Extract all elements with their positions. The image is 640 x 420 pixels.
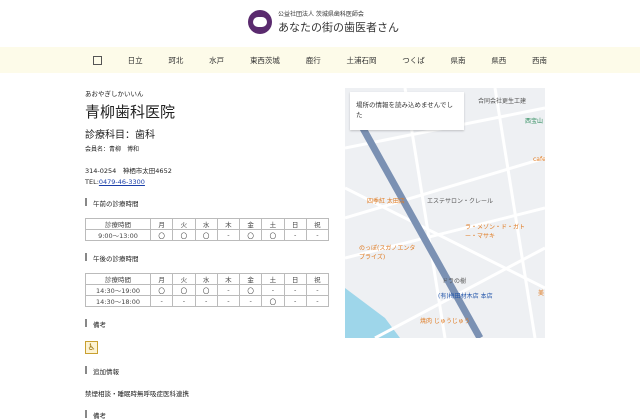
- table-cell: -: [172, 295, 196, 307]
- notes-heading: 備考: [85, 319, 335, 329]
- table-cell: -: [305, 229, 330, 241]
- afternoon-table: 診療時間月火水木金土日祝 14:30～19:00 〇〇〇 - 〇 - - -14:30～18:…: [85, 273, 330, 307]
- table-cell: 祝: [305, 218, 330, 230]
- map-poi[interactable]: 美: [538, 288, 544, 297]
- extra-text: 禁煙相談・睡眠時無呼吸症医科連携: [85, 390, 189, 398]
- table-cell: -: [238, 295, 263, 307]
- table-cell: 14:30～19:00: [85, 284, 151, 296]
- nav-item[interactable]: 県西: [491, 55, 506, 66]
- site-logo[interactable]: 公益社団法人 茨城県歯科医師会 あなたの街の歯医者さん: [248, 9, 399, 35]
- map[interactable]: 場所の情報を読み込めませんでした 合同会社更生工建 西宝山 cafe 四季紅 太…: [345, 88, 545, 338]
- table-cell: 水: [194, 218, 218, 230]
- map-poi[interactable]: (有)梅田材木店 本店: [438, 291, 493, 300]
- table-row: 14:30～19:00 〇〇〇 - 〇 - - -: [85, 284, 330, 296]
- map-poi[interactable]: エステサロン・クレール: [427, 196, 493, 205]
- table-cell: 〇: [149, 284, 174, 296]
- map-poi[interactable]: cafe: [533, 156, 545, 163]
- table-cell: -: [194, 295, 218, 307]
- table-cell: 〇: [238, 229, 263, 241]
- table-row: 9:00～13:00 〇〇〇 - 〇〇 - -: [85, 229, 330, 241]
- table-cell: -: [283, 284, 307, 296]
- table-cell: 日: [283, 273, 307, 285]
- site-header: 公益社団法人 茨城県歯科医師会 あなたの街の歯医者さん: [0, 0, 640, 46]
- table-cell: -: [283, 295, 307, 307]
- map-poi[interactable]: 西宝山: [525, 116, 543, 125]
- table-cell: -: [149, 295, 174, 307]
- table-cell: 〇: [238, 284, 263, 296]
- extra-heading: 追加情報: [85, 366, 335, 376]
- table-cell: -: [216, 295, 241, 307]
- table-cell: -: [305, 295, 330, 307]
- table-cell: 水: [194, 273, 218, 285]
- table-cell: 土: [261, 273, 285, 285]
- table-cell: 木: [216, 218, 241, 230]
- table-cell: 〇: [194, 229, 218, 241]
- member-name: 会員名：青柳 博和: [85, 146, 140, 153]
- tagline: あなたの街の歯医者さん: [278, 21, 399, 34]
- table-cell: 診療時間: [85, 273, 151, 285]
- afternoon-heading: 午後の診療時間: [85, 253, 335, 263]
- table-cell: 月: [149, 218, 174, 230]
- table-cell: 〇: [261, 295, 285, 307]
- table-cell: 〇: [261, 229, 285, 241]
- org-name: 公益社団法人 茨城県歯科医師会: [278, 11, 364, 18]
- table-cell: -: [283, 229, 307, 241]
- table-header-row: 診療時間月火水木金土日祝: [85, 273, 330, 285]
- nav-item[interactable]: 東西茨城: [250, 55, 280, 66]
- table-cell: -: [216, 284, 241, 296]
- logo-icon: [248, 10, 272, 34]
- table-cell: 火: [172, 218, 196, 230]
- map-poi[interactable]: ドラの樹: [442, 276, 466, 285]
- table-cell: 〇: [172, 284, 196, 296]
- clinic-name: 青柳歯科医院: [85, 103, 176, 121]
- map-poi[interactable]: 焼肉 じゅうじゅう: [420, 316, 470, 325]
- map-poi[interactable]: のっぽ(スガノエンタプライズ): [359, 243, 419, 261]
- map-error-message: 場所の情報を読み込めませんでした: [350, 92, 464, 130]
- clinic-details: あおやぎしかいいん 青柳歯科医院 診療科目：歯科 会員名：青柳 博和 314-0…: [85, 88, 335, 420]
- address: 314-0254 神栖市太田4652: [85, 167, 172, 175]
- map-poi[interactable]: 合同会社更生工建: [478, 96, 526, 105]
- table-header-row: 診療時間月火水木金土日祝: [85, 218, 330, 230]
- morning-heading: 午前の診療時間: [85, 198, 335, 208]
- table-cell: -: [261, 284, 285, 296]
- nav-item[interactable]: つくば: [402, 55, 425, 66]
- nav-item[interactable]: 鹿行: [306, 55, 321, 66]
- nav-item[interactable]: 日立: [128, 55, 143, 66]
- table-cell: 〇: [149, 229, 174, 241]
- table-cell: 診療時間: [85, 218, 151, 230]
- table-cell: 〇: [194, 284, 218, 296]
- tel-link[interactable]: 0479-46-3300: [99, 178, 145, 186]
- map-poi[interactable]: ラ・メゾン・ド・ガトー・マサキ: [465, 222, 525, 240]
- table-cell: 土: [261, 218, 285, 230]
- table-cell: 木: [216, 273, 241, 285]
- table-cell: -: [216, 229, 241, 241]
- table-cell: 月: [149, 273, 174, 285]
- table-cell: 14:30～18:00: [85, 295, 151, 307]
- table-cell: 金: [238, 273, 263, 285]
- table-cell: 火: [172, 273, 196, 285]
- clinic-dept: 診療科目：歯科: [85, 130, 155, 141]
- nav-item[interactable]: 西南: [532, 55, 547, 66]
- tel: TEL:0479-46-3300: [85, 178, 335, 186]
- table-cell: -: [305, 284, 330, 296]
- notes2-heading: 備考: [85, 410, 335, 420]
- wheelchair-icon: ♿: [85, 341, 98, 354]
- nav-item[interactable]: 水戸: [209, 55, 224, 66]
- table-row: 14:30～18:00- - - - - 〇 - -: [85, 295, 330, 307]
- table-cell: 金: [238, 218, 263, 230]
- table-cell: 祝: [305, 273, 330, 285]
- morning-table: 診療時間月火水木金土日祝 9:00～13:00 〇〇〇 - 〇〇 - -: [85, 218, 330, 241]
- table-cell: 〇: [172, 229, 196, 241]
- tel-label: TEL:: [85, 178, 99, 186]
- home-icon[interactable]: [92, 55, 102, 65]
- table-cell: 9:00～13:00: [85, 229, 151, 241]
- table-cell: 日: [283, 218, 307, 230]
- region-nav: 日立 珂北 水戸 東西茨城 鹿行 土浦石岡 つくば 県南 県西 西南: [0, 47, 640, 73]
- nav-item[interactable]: 珂北: [168, 55, 183, 66]
- clinic-kana: あおやぎしかいいん: [85, 90, 144, 98]
- nav-item[interactable]: 土浦石岡: [346, 55, 376, 66]
- map-poi[interactable]: 四季紅 太田店: [367, 196, 405, 205]
- nav-item[interactable]: 県南: [451, 55, 466, 66]
